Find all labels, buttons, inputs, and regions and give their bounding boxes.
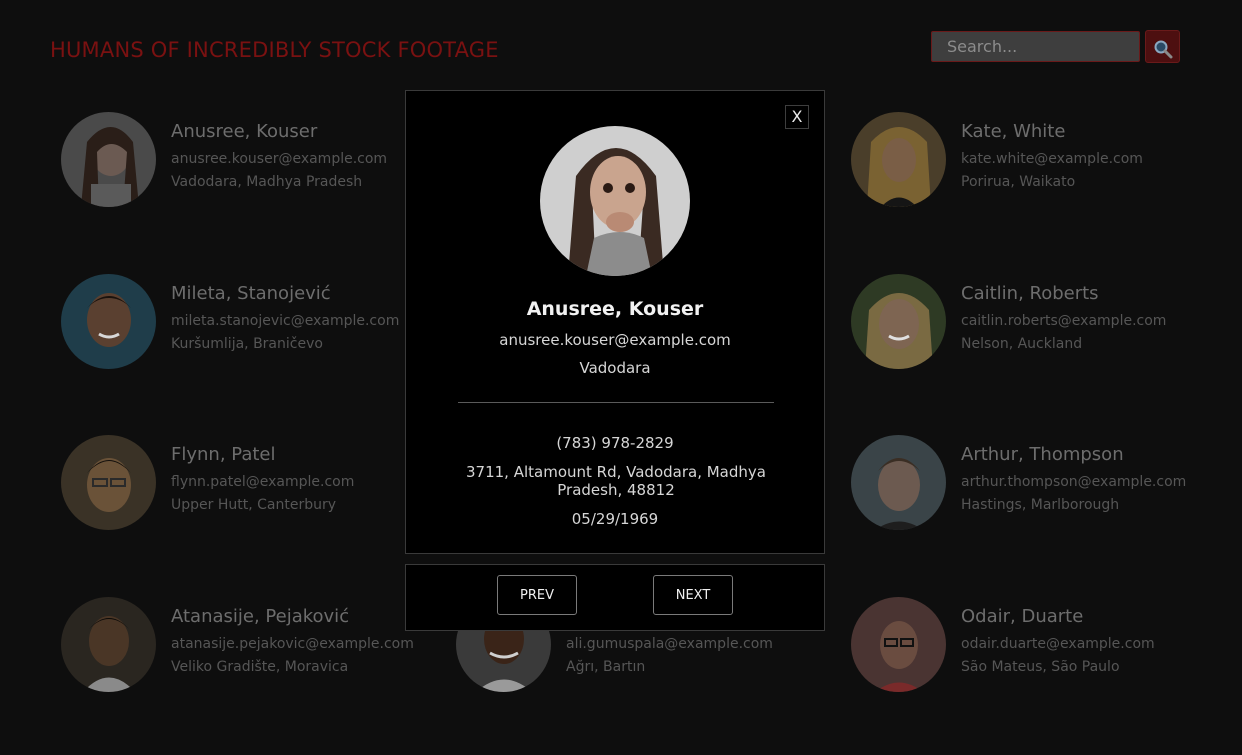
employee-name: Kate, White [961, 121, 1066, 142]
employee-name: Caitlin, Roberts [961, 283, 1099, 304]
employee-location: Hastings, Marlborough [961, 497, 1120, 513]
avatar [61, 274, 156, 369]
avatar [61, 435, 156, 530]
employee-name: Flynn, Patel [171, 444, 276, 465]
magnifier-icon [1154, 40, 1172, 59]
employee-location: São Mateus, São Paulo [961, 659, 1120, 675]
avatar [851, 435, 946, 530]
modal-navigation: PREV NEXT [405, 564, 825, 631]
employee-location: Veliko Gradište, Moravica [171, 659, 349, 675]
employee-name: Atanasije, Pejaković [171, 606, 350, 627]
modal-employee-city: Vadodara [579, 359, 651, 377]
employee-card[interactable]: Mileta, Stanojević mileta.stanojevic@exa… [61, 274, 441, 384]
employee-email: mileta.stanojevic@example.com [171, 313, 400, 329]
employee-location: Kuršumlija, Braničevo [171, 336, 323, 352]
employee-location: Ağrı, Bartın [566, 659, 646, 675]
employee-email: arthur.thompson@example.com [961, 474, 1187, 490]
employee-email: atanasije.pejakovic@example.com [171, 636, 414, 652]
employee-card[interactable]: Flynn, Patel flynn.patel@example.com Upp… [61, 435, 441, 545]
employee-card[interactable]: Arthur, Thompson arthur.thompson@example… [851, 435, 1231, 545]
avatar [851, 597, 946, 692]
prev-button[interactable]: PREV [497, 575, 577, 615]
employee-location: Upper Hutt, Canterbury [171, 497, 337, 513]
search-button[interactable] [1145, 30, 1180, 63]
employee-location: Nelson, Auckland [961, 336, 1083, 352]
employee-email: caitlin.roberts@example.com [961, 313, 1167, 329]
avatar [851, 274, 946, 369]
avatar [61, 597, 156, 692]
avatar [851, 112, 946, 207]
modal-avatar [540, 126, 690, 276]
employee-email: odair.duarte@example.com [961, 636, 1155, 652]
employee-card[interactable]: Anusree, Kouser anusree.kouser@example.c… [61, 112, 441, 222]
employee-email: kate.white@example.com [961, 151, 1143, 167]
modal-employee-phone: (783) 978-2829 [556, 434, 674, 452]
modal-employee-email: anusree.kouser@example.com [499, 331, 731, 349]
modal-divider [458, 402, 774, 403]
modal-employee-birthday: 05/29/1969 [571, 510, 659, 528]
employee-name: Odair, Duarte [961, 606, 1084, 627]
employee-name: Mileta, Stanojević [171, 283, 331, 304]
modal-employee-name: Anusree, Kouser [526, 298, 704, 320]
modal-close-button[interactable]: X [785, 105, 809, 129]
next-button[interactable]: NEXT [653, 575, 733, 615]
employee-name: Anusree, Kouser [171, 121, 318, 142]
employee-card[interactable]: Odair, Duarte odair.duarte@example.com S… [851, 597, 1231, 707]
avatar [61, 112, 156, 207]
search-input[interactable] [931, 31, 1140, 62]
page: HUMANS OF INCREDIBLY STOCK FOOTAGE Anusr… [0, 0, 1242, 755]
employee-card[interactable]: Atanasije, Pejaković atanasije.pejakovic… [61, 597, 441, 707]
employee-email: ali.gumuspala@example.com [566, 636, 773, 652]
employee-location: Vadodara, Madhya Pradesh [171, 174, 363, 190]
employee-card[interactable]: Kate, White kate.white@example.com Porir… [851, 112, 1231, 222]
page-title: HUMANS OF INCREDIBLY STOCK FOOTAGE [50, 38, 499, 62]
employee-email: anusree.kouser@example.com [171, 151, 388, 167]
modal-employee-address: 3711, Altamount Rd, Vadodara, Madhya Pra… [466, 463, 766, 499]
employee-name: Arthur, Thompson [961, 444, 1124, 465]
employee-email: flynn.patel@example.com [171, 474, 355, 490]
employee-modal: X Anusree, Kouser anusree.kouser@example… [405, 90, 825, 554]
employee-card[interactable]: Caitlin, Roberts caitlin.roberts@example… [851, 274, 1231, 384]
employee-location: Porirua, Waikato [961, 174, 1076, 190]
